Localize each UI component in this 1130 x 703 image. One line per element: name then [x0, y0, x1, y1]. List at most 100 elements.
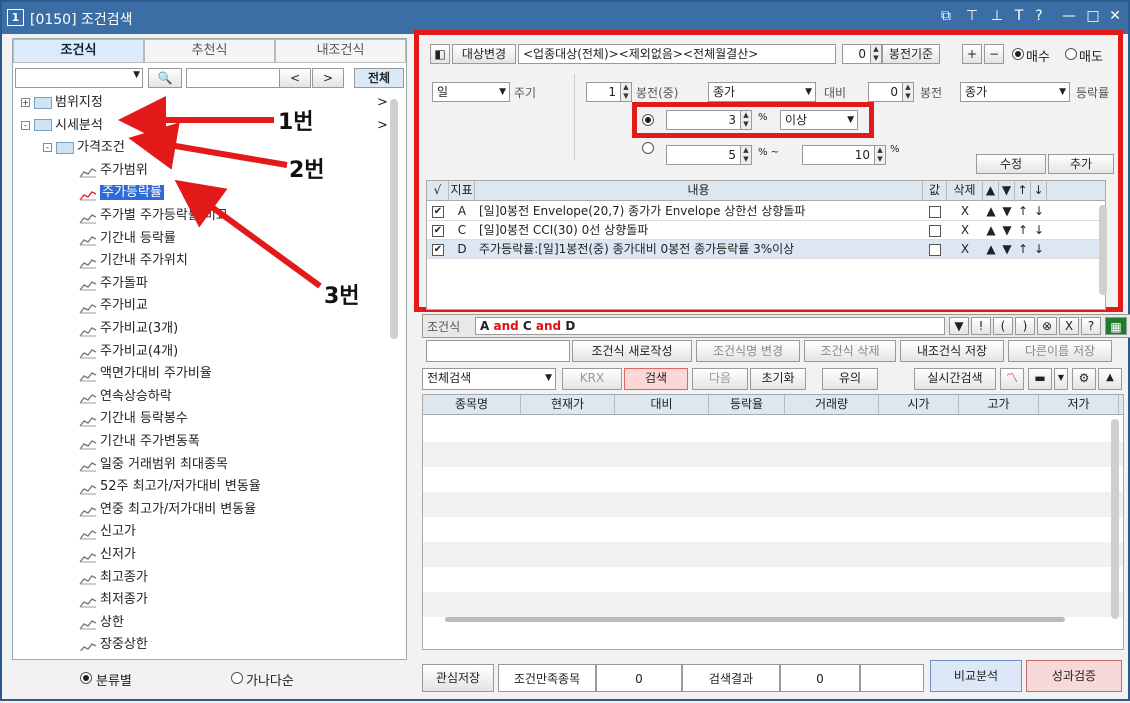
save-watchlist-button[interactable]: 관심저장	[422, 664, 494, 692]
indicator-text: [일]0봉전 CCI(30) 0선 상향돌파	[479, 223, 649, 237]
indicator-value-checkbox[interactable]	[923, 240, 947, 258]
period-select[interactable]: 일 ▼	[432, 82, 510, 102]
indicator-row[interactable]: ✔ A [일]0봉전 Envelope(20,7) 종가가 Envelope 상한선…	[427, 202, 1105, 221]
move-down-icon[interactable]: ▼	[999, 221, 1015, 239]
formula-tool-button[interactable]: (	[993, 317, 1013, 335]
price-from-select[interactable]: 종가 ▼	[708, 82, 816, 102]
formula-tool-button[interactable]: )	[1015, 317, 1035, 335]
condition-action-button[interactable]: 내조건식 저장	[900, 340, 1004, 362]
results-col-header[interactable]: 고가	[959, 395, 1039, 414]
move-up-icon[interactable]: ▲	[983, 202, 999, 220]
results-vscroll[interactable]	[1111, 419, 1119, 619]
move-up-icon[interactable]: ▲	[983, 240, 999, 258]
condition-action-button[interactable]: 다른이름 저장	[1008, 340, 1112, 362]
next-result-button[interactable]: 다음	[692, 368, 748, 390]
annotation-1: 1번	[278, 110, 314, 135]
results-col-header[interactable]: 현재가	[521, 395, 615, 414]
indicator-row[interactable]: ✔ C [일]0봉전 CCI(30) 0선 상향돌파 X ▲ ▼ ↑ ↓	[427, 221, 1105, 240]
realtime-search-button[interactable]: 실시간검색	[914, 368, 996, 390]
formula-tool-button[interactable]: ?	[1081, 317, 1101, 335]
indicator-scrollbar[interactable]	[1099, 205, 1107, 295]
gear-icon[interactable]: ⚙	[1072, 368, 1096, 390]
reset-button[interactable]: 초기화	[750, 368, 806, 390]
layout-icon[interactable]: ◧	[430, 44, 450, 64]
move-top-icon[interactable]: ↑	[1015, 221, 1031, 239]
bong-from-input[interactable]: 1 ▲ ▼	[586, 82, 632, 102]
help-icon[interactable]: ?	[1030, 8, 1048, 24]
rate-min-radio[interactable]	[642, 114, 654, 126]
condition-action-button[interactable]: 조건식 삭제	[804, 340, 896, 362]
target-change-button[interactable]: 대상변경	[452, 44, 516, 64]
result-count: 0	[780, 664, 860, 692]
formula-tool-button[interactable]: X	[1059, 317, 1079, 335]
compare-analysis-button[interactable]: 비교분석	[930, 660, 1022, 692]
indicator-col-header: ↑	[1015, 181, 1031, 200]
rate-range-radio[interactable]	[642, 142, 654, 154]
indicator-row[interactable]: ✔ D 주가등락률:[일]1봉전(중) 종가대비 0봉전 종가등락률 3%이상 X ▲ ▼…	[427, 240, 1105, 259]
formula-tool-button[interactable]: ▼	[949, 317, 969, 335]
condition-action-button[interactable]: 조건식명 변경	[696, 340, 800, 362]
results-col-header[interactable]: 시가	[879, 395, 959, 414]
results-col-header[interactable]: 대비	[615, 395, 709, 414]
performance-verify-button[interactable]: 성과검증	[1026, 660, 1122, 692]
move-top-icon[interactable]: ↑	[1015, 202, 1031, 220]
chart-icon[interactable]: 〽	[1000, 368, 1024, 390]
restore-layout-icon[interactable]: ⧉	[937, 8, 955, 24]
results-col-header[interactable]: 등락율	[709, 395, 785, 414]
pin-top-icon[interactable]: ⊤	[963, 8, 981, 24]
condition-action-button[interactable]: 조건식 새로작성	[572, 340, 692, 362]
caution-button[interactable]: 유의	[822, 368, 878, 390]
indicator-checkbox[interactable]: ✔	[427, 202, 449, 220]
sell-radio[interactable]	[1065, 48, 1077, 60]
font-icon[interactable]: T	[1010, 8, 1028, 24]
edit-button[interactable]: 수정	[976, 154, 1046, 174]
results-col-header[interactable]: 종목명	[423, 395, 521, 414]
list-icon[interactable]: ▬	[1028, 368, 1052, 390]
scope-select[interactable]: 전체검색 ▼	[422, 368, 556, 390]
excel-icon[interactable]: ▦	[1105, 317, 1127, 335]
indicator-id: A	[457, 204, 467, 218]
collapse-icon[interactable]: ▲	[1098, 368, 1122, 390]
rate-range-from-input[interactable]: 5 ▲ ▼	[666, 145, 752, 165]
buy-radio[interactable]	[1012, 48, 1024, 60]
search-button[interactable]: 검색	[624, 368, 688, 390]
plus-button[interactable]: +	[962, 44, 982, 64]
bong-base-button[interactable]: 봉전기준	[882, 44, 940, 64]
condition-name-input[interactable]	[426, 340, 570, 362]
move-down-icon[interactable]: ▼	[999, 202, 1015, 220]
formula-tool-button[interactable]: ⊗	[1037, 317, 1057, 335]
indicator-value-checkbox[interactable]	[923, 221, 947, 239]
move-bottom-icon[interactable]: ↓	[1031, 202, 1047, 220]
indicator-delete-button[interactable]: X	[947, 202, 983, 220]
indicator-checkbox[interactable]: ✔	[427, 221, 449, 239]
minimize-icon[interactable]: —	[1060, 8, 1078, 24]
bong-offset-input[interactable]: 0 ▲ ▼	[842, 44, 882, 64]
price-to-select[interactable]: 종가 ▼	[960, 82, 1070, 102]
indicator-delete-button[interactable]: X	[947, 221, 983, 239]
move-bottom-icon[interactable]: ↓	[1031, 221, 1047, 239]
formula-input[interactable]: A and C and D	[475, 317, 945, 335]
rate-min-input[interactable]: 3 ▲ ▼	[666, 110, 752, 130]
add-button[interactable]: 추가	[1048, 154, 1114, 174]
bong-to-input[interactable]: 0 ▲ ▼	[868, 82, 914, 102]
move-top-icon[interactable]: ↑	[1015, 240, 1031, 258]
rate-range-to-input[interactable]: 10 ▲ ▼	[802, 145, 886, 165]
krx-button[interactable]: KRX	[562, 368, 622, 390]
minus-button[interactable]: −	[984, 44, 1004, 64]
indicator-checkbox[interactable]: ✔	[427, 240, 449, 258]
move-up-icon[interactable]: ▲	[983, 221, 999, 239]
formula-tool-button[interactable]: !	[971, 317, 991, 335]
indicator-value-checkbox[interactable]	[923, 202, 947, 220]
results-col-header[interactable]: 저가	[1039, 395, 1119, 414]
results-col-header[interactable]: 거래량	[785, 395, 879, 414]
close-icon[interactable]: ✕	[1106, 8, 1124, 24]
pin-bottom-icon[interactable]: ⊥	[988, 8, 1006, 24]
dropdown-icon[interactable]: ▼	[1054, 368, 1068, 390]
indicator-delete-button[interactable]: X	[947, 240, 983, 258]
bong-offset-spin[interactable]: ▲ ▼	[870, 45, 881, 63]
compare-select[interactable]: 이상 ▼	[780, 110, 858, 130]
move-bottom-icon[interactable]: ↓	[1031, 240, 1047, 258]
results-hscroll[interactable]	[445, 617, 1065, 622]
move-down-icon[interactable]: ▼	[999, 240, 1015, 258]
maximize-icon[interactable]: □	[1084, 8, 1102, 24]
